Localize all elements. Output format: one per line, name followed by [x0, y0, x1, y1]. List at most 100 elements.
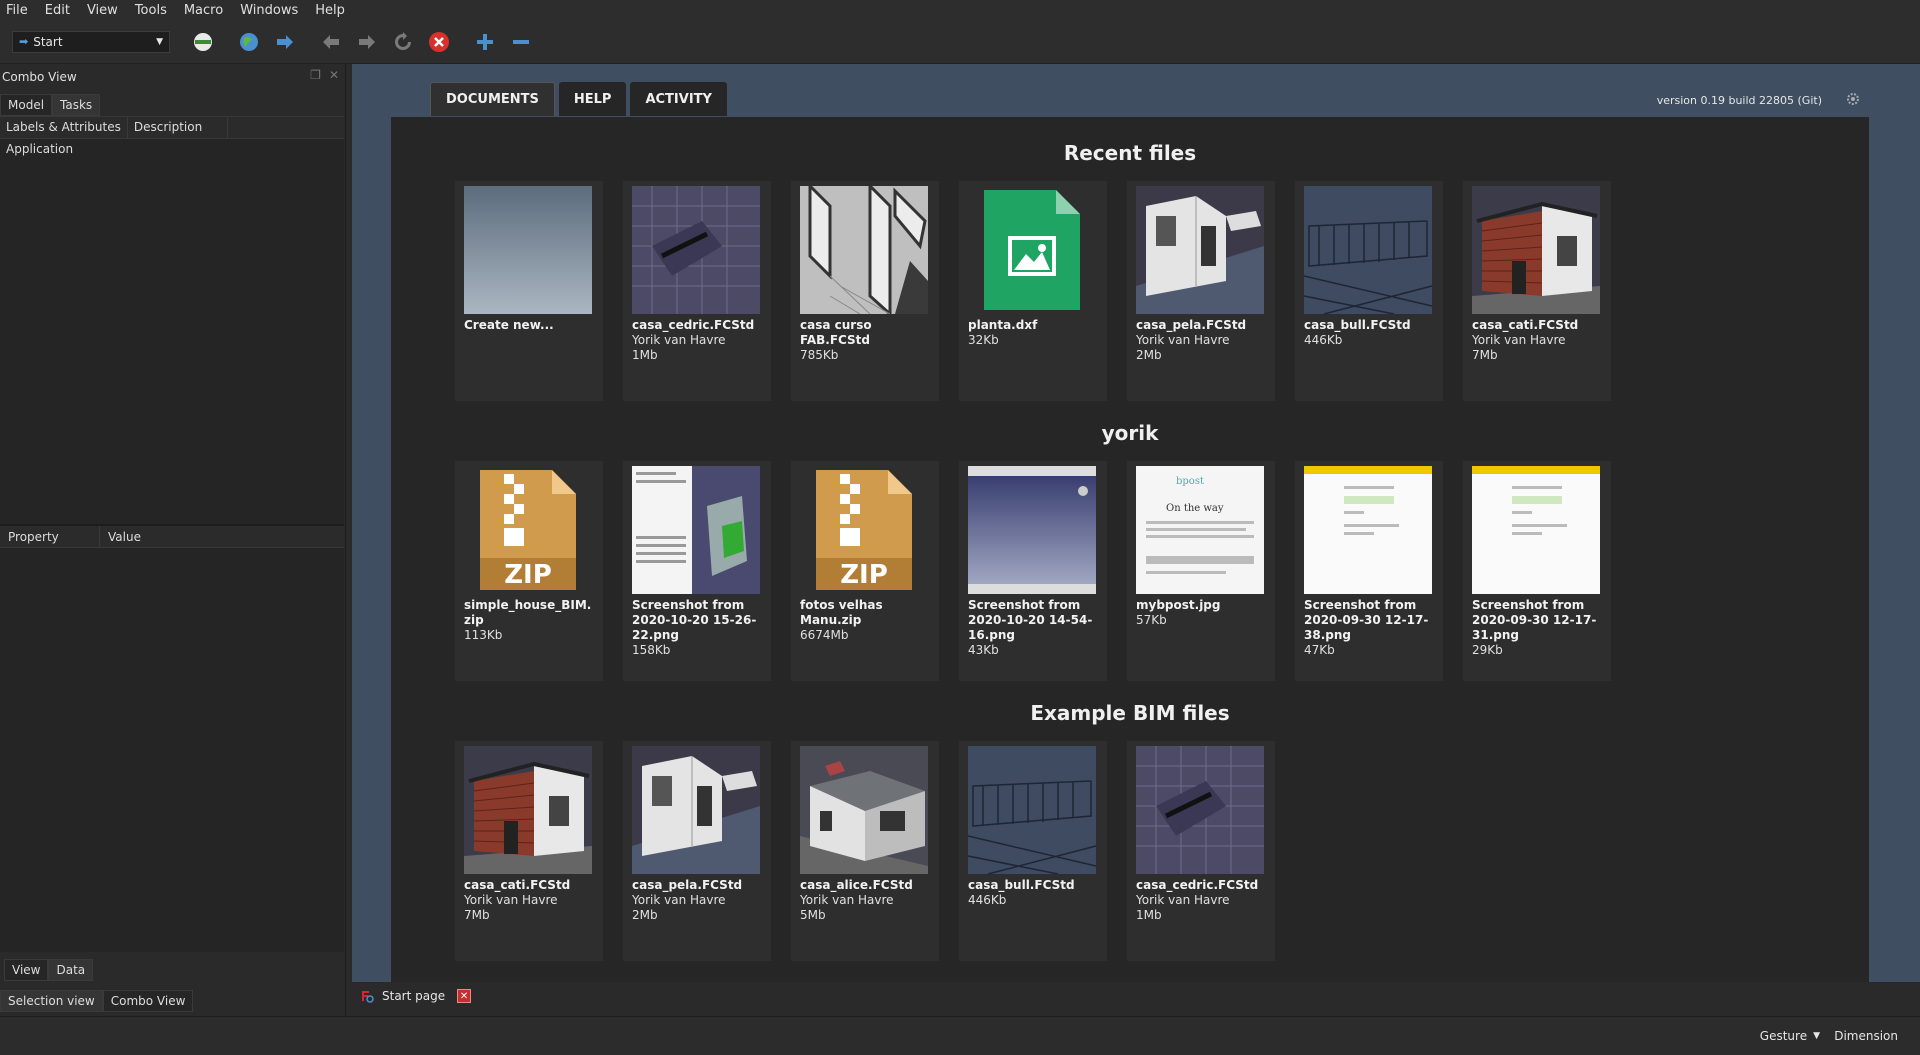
- file-name: simple_house_BIM.zip: [464, 598, 592, 627]
- file-card[interactable]: casa_cati.FCStd Yorik van Havre 7Mb: [1463, 181, 1611, 401]
- section-title: Recent files: [1063, 141, 1197, 165]
- tab-model[interactable]: Model: [0, 94, 53, 116]
- file-thumbnail: [1136, 186, 1264, 314]
- file-name: casa curso FAB.FCStd: [800, 318, 872, 347]
- file-card[interactable]: Screenshot from 2020-10-20 14-54-16.png 4…: [959, 461, 1107, 681]
- file-card[interactable]: Screenshot from 2020-10-20 15-26-22.png 1…: [623, 461, 771, 681]
- file-card-text: casa_pela.FCStd Yorik van Havre 2Mb: [1136, 318, 1268, 363]
- tab-combo-view[interactable]: Combo View: [102, 990, 194, 1012]
- refresh-button[interactable]: [390, 29, 416, 55]
- file-size: 158Kb: [632, 643, 671, 657]
- stop-button[interactable]: [426, 29, 452, 55]
- zip-file-icon: ZIP: [464, 466, 592, 594]
- go-forward-button[interactable]: [272, 29, 298, 55]
- file-size: 7Mb: [464, 908, 490, 922]
- refresh-icon: [395, 31, 411, 50]
- menu-edit[interactable]: Edit: [45, 3, 70, 18]
- file-card[interactable]: casa_cedric.FCStd Yorik van Havre 1Mb: [1127, 741, 1275, 961]
- property-view[interactable]: Property Value: [0, 524, 344, 952]
- file-card-text: casa_cati.FCStd Yorik van Havre 7Mb: [464, 878, 596, 923]
- file-author: Yorik van Havre: [464, 893, 558, 907]
- file-size: 1Mb: [1136, 908, 1162, 922]
- section-title: Example BIM files: [1030, 701, 1230, 725]
- file-card[interactable]: Create new...: [455, 181, 603, 401]
- file-card[interactable]: bpost On the way mybpost.jpg 57Kb: [1127, 461, 1275, 681]
- tab-help[interactable]: HELP: [558, 82, 627, 116]
- units-label[interactable]: Dimension: [1834, 1029, 1898, 1043]
- tab-activity[interactable]: ACTIVITY: [630, 82, 727, 116]
- file-card-text: casa_cedric.FCStd Yorik van Havre 1Mb: [1136, 878, 1268, 923]
- tab-data[interactable]: Data: [48, 959, 94, 981]
- file-card[interactable]: casa_bull.FCStd 446Kb: [959, 741, 1107, 961]
- file-card[interactable]: casa_pela.FCStd Yorik van Havre 2Mb: [1127, 181, 1275, 401]
- file-card[interactable]: Screenshot from 2020-09-30 12-17-31.png 2…: [1463, 461, 1611, 681]
- toolbar: ➡ Start ▼: [0, 20, 1920, 64]
- stop-icon: [429, 31, 449, 52]
- property-header-value[interactable]: Value: [100, 526, 200, 547]
- file-card-text: casa_cati.FCStd Yorik van Havre 7Mb: [1472, 318, 1604, 363]
- file-size: 7Mb: [1472, 348, 1498, 362]
- combo-view-title: Combo View: [2, 70, 77, 84]
- tab-view[interactable]: View: [4, 959, 49, 981]
- tab-documents[interactable]: DOCUMENTS: [430, 82, 555, 116]
- svg-text:ZIP: ZIP: [840, 560, 888, 590]
- back-button[interactable]: [318, 29, 344, 55]
- close-tab-icon[interactable]: ✕: [457, 989, 472, 1003]
- file-card[interactable]: casa_bull.FCStd 446Kb: [1295, 181, 1443, 401]
- forward-button[interactable]: [354, 29, 380, 55]
- tree-header-labels[interactable]: Labels & Attributes: [0, 117, 128, 138]
- file-thumbnail: [632, 746, 760, 874]
- gear-icon[interactable]: [1846, 92, 1860, 106]
- workbench-selector[interactable]: ➡ Start ▼: [12, 30, 170, 53]
- svg-text:bpost: bpost: [1176, 476, 1204, 487]
- file-size: 446Kb: [1304, 333, 1343, 347]
- tree-header-description[interactable]: Description: [128, 117, 228, 138]
- file-card[interactable]: casa_pela.FCStd Yorik van Havre 2Mb: [623, 741, 771, 961]
- file-card-text: Create new...: [464, 318, 596, 333]
- zoom-out-button[interactable]: [508, 29, 534, 55]
- tab-tasks[interactable]: Tasks: [52, 94, 101, 116]
- file-card[interactable]: planta.dxf 32Kb: [959, 181, 1107, 401]
- menu-help[interactable]: Help: [315, 3, 345, 18]
- start-page-doc-tab[interactable]: Start page ✕: [360, 989, 472, 1003]
- open-start-page-button[interactable]: [190, 29, 216, 55]
- tree-row-application[interactable]: Application: [0, 139, 344, 159]
- file-card[interactable]: ZIP fotos velhas Manu.zip 6674Mb: [791, 461, 939, 681]
- file-size: 113Kb: [464, 628, 503, 642]
- file-size: 2Mb: [632, 908, 658, 922]
- start-page-tabs: DOCUMENTS HELP ACTIVITY: [430, 82, 727, 116]
- file-thumbnail: [464, 746, 592, 874]
- svg-text:On the way: On the way: [1166, 503, 1224, 514]
- file-thumbnail: [968, 746, 1096, 874]
- tree-view[interactable]: Labels & Attributes Description Applicat…: [0, 116, 344, 576]
- file-card[interactable]: casa_cedric.FCStd Yorik van Havre 1Mb: [623, 181, 771, 401]
- tab-selection-view[interactable]: Selection view: [0, 990, 103, 1012]
- file-card[interactable]: casa curso FAB.FCStd 785Kb: [791, 181, 939, 401]
- document-tab-bar: Start page ✕: [352, 982, 1920, 1016]
- file-name: Create new...: [464, 318, 554, 332]
- property-header-property[interactable]: Property: [0, 526, 100, 547]
- file-size: 446Kb: [968, 893, 1007, 907]
- menu-file[interactable]: File: [6, 3, 28, 18]
- menu-windows[interactable]: Windows: [240, 3, 298, 18]
- panel-bottom-tabs: Selection view Combo View: [0, 990, 194, 1012]
- float-panel-icon[interactable]: ❐: [310, 68, 321, 82]
- file-card[interactable]: ZIP simple_house_BIM.zip 113Kb: [455, 461, 603, 681]
- menu-macro[interactable]: Macro: [184, 3, 223, 18]
- svg-text:ZIP: ZIP: [504, 560, 552, 590]
- file-card[interactable]: casa_cati.FCStd Yorik van Havre 7Mb: [455, 741, 603, 961]
- section-title: yorik: [1101, 421, 1159, 445]
- zip-file-icon: ZIP: [800, 466, 928, 594]
- file-card[interactable]: Screenshot from 2020-09-30 12-17-38.png 4…: [1295, 461, 1443, 681]
- menu-view[interactable]: View: [87, 3, 118, 18]
- file-name: Screenshot from 2020-09-30 12-17-38.png: [1304, 598, 1429, 642]
- file-card[interactable]: casa_alice.FCStd Yorik van Havre 5Mb: [791, 741, 939, 961]
- navigation-style-selector[interactable]: Gesture ▼: [1760, 1029, 1820, 1043]
- file-name: casa_bull.FCStd: [1304, 318, 1411, 332]
- menu-tools[interactable]: Tools: [135, 3, 167, 18]
- close-panel-icon[interactable]: ✕: [329, 68, 339, 82]
- file-thumbnail: bpost On the way: [1136, 466, 1264, 594]
- web-globe-button[interactable]: [236, 29, 262, 55]
- file-name: casa_pela.FCStd: [632, 878, 743, 892]
- zoom-in-button[interactable]: [472, 29, 498, 55]
